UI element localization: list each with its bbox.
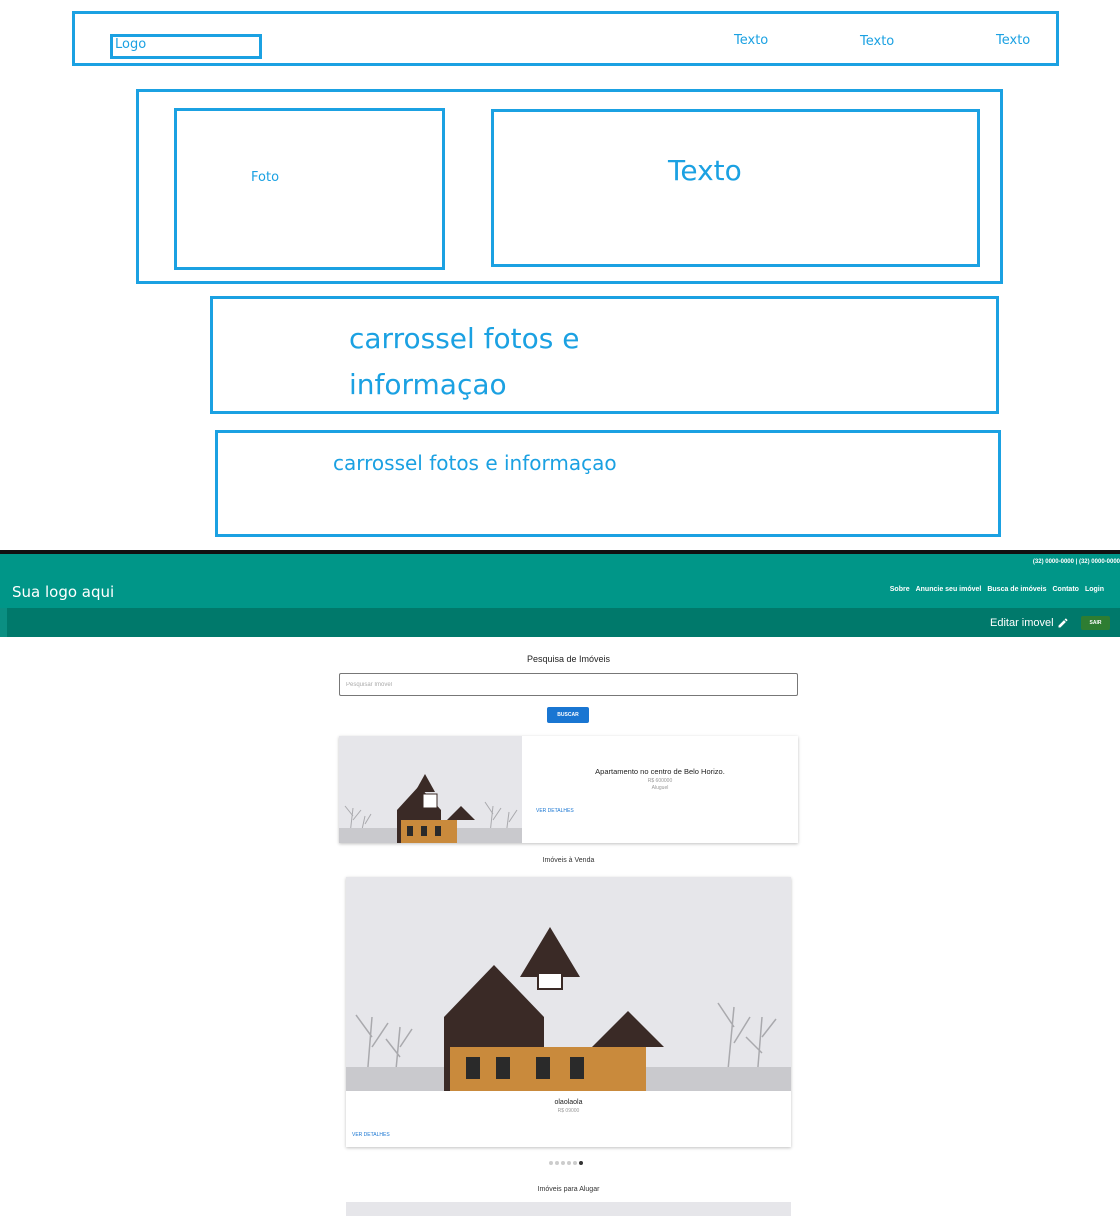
wireframe-carousel-2-label: carrossel fotos e informaçao	[333, 451, 617, 475]
wireframe-carousel-1-line-1: carrossel fotos e	[349, 322, 580, 355]
sale-card-price: R$ 09000	[557, 1108, 580, 1114]
carousel-dot[interactable]	[561, 1161, 565, 1165]
carousel-dot[interactable]	[573, 1161, 577, 1165]
rent-property-card	[346, 1202, 791, 1216]
app-screenshot: Sua logo aqui (32) 0000-0000 | (32) 0000…	[0, 550, 1120, 1216]
wireframe-nav-item: Texto	[860, 34, 895, 49]
carousel-dot[interactable]	[567, 1161, 571, 1165]
featured-title: Apartamento no centro de Belo Horizo.	[595, 767, 725, 776]
edit-property-link[interactable]: Editar imovel	[990, 617, 1069, 629]
wireframe-carousel-1	[210, 296, 999, 414]
house-photo	[346, 877, 791, 1091]
sale-section-title: Imóveis à Venda	[542, 857, 595, 864]
menu-item-login[interactable]: Login	[1085, 586, 1104, 593]
wireframe-photo-label: Foto	[251, 170, 280, 185]
top-navbar	[0, 554, 1120, 608]
featured-price: R$ 600000	[647, 778, 673, 784]
wireframe-text-box	[491, 109, 980, 267]
sale-details-link[interactable]: VER DETALHES	[352, 1132, 390, 1138]
featured-details-link[interactable]: VER DETALHES	[536, 808, 574, 814]
pencil-icon	[1058, 618, 1068, 628]
edit-label: Editar imovel	[990, 617, 1054, 629]
search-button[interactable]: BUSCAR	[547, 707, 589, 723]
brand-logo[interactable]: Sua logo aqui	[12, 583, 114, 601]
secondary-navbar	[7, 608, 1120, 637]
menu-item-anuncie[interactable]: Anuncie seu imóvel	[916, 586, 982, 593]
rent-section-title: Imóveis para Alugar	[537, 1186, 600, 1193]
carousel-dot[interactable]	[555, 1161, 559, 1165]
menu-item-busca[interactable]: Busca de imóveis	[987, 586, 1046, 593]
sale-card-title: olaolaola	[554, 1099, 583, 1106]
carousel-dot[interactable]	[549, 1161, 553, 1165]
sale-property-card: olaolaola R$ 09000 VER DETALHES	[346, 877, 791, 1147]
carousel-dot-active[interactable]	[579, 1161, 583, 1165]
logout-button[interactable]: SAIR	[1081, 616, 1110, 630]
search-input[interactable]	[339, 673, 798, 696]
carousel-dots	[549, 1161, 583, 1165]
menu-item-contato[interactable]: Contato	[1052, 586, 1078, 593]
main-menu: Sobre Anuncie seu imóvel Busca de imóvei…	[890, 586, 1104, 593]
menu-item-sobre[interactable]: Sobre	[890, 586, 910, 593]
featured-property-card: Apartamento no centro de Belo Horizo. R$…	[339, 736, 798, 843]
wireframe-text-label: Texto	[668, 154, 742, 187]
wireframe-nav-item: Texto	[734, 33, 769, 48]
wireframe-photo-box	[174, 108, 445, 270]
house-photo	[339, 736, 522, 843]
wireframe-carousel-2	[215, 430, 1001, 537]
wireframe-logo-label: Logo	[115, 37, 147, 52]
phone-numbers: (32) 0000-0000 | (32) 0000-0000	[1032, 559, 1120, 565]
wireframe-carousel-1-line-2: informaçao	[349, 368, 507, 401]
search-title: Pesquisa de Imóveis	[526, 654, 611, 664]
featured-type: Aluguel	[651, 785, 669, 791]
wireframe-nav-item: Texto	[996, 33, 1031, 48]
navbar-left-strip	[0, 608, 7, 637]
